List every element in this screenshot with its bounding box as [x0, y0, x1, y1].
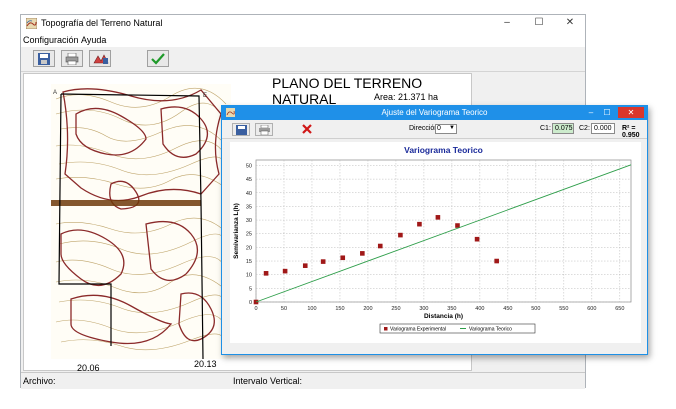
y-tick-label: 40 [246, 191, 252, 197]
direction-select[interactable]: 0 ▼ [435, 124, 457, 134]
chart-title: Variograma Teorico [404, 145, 483, 155]
x-tick-label: 150 [335, 306, 344, 312]
accept-button[interactable] [147, 50, 169, 67]
x-tick-label: 50 [281, 306, 287, 312]
main-window-title: Topografía del Terreno Natural [41, 18, 163, 28]
y-tick-label: 15 [246, 259, 252, 265]
x-tick-label: 500 [531, 306, 540, 312]
experimental-point [282, 268, 288, 274]
direction-value: 0 [437, 125, 441, 132]
dialog-maximize-button[interactable]: ☐ [600, 107, 614, 118]
variogram-dialog: Ajuste del Variograma Teorico – ☐ ✕ Dire… [221, 105, 648, 355]
x-tick-label: 250 [391, 306, 400, 312]
dialog-save-button[interactable] [232, 123, 250, 136]
y-tick-label: 10 [246, 273, 252, 279]
c2-field[interactable]: 0.000 [591, 123, 615, 134]
dialog-cancel-button[interactable] [298, 123, 316, 136]
corner-label-bottom-right: 20.13 [194, 359, 217, 369]
x-tick-label: 600 [587, 306, 596, 312]
legend-swatch-experimental [384, 327, 388, 331]
menu-bar: Configuración Ayuda [21, 33, 585, 47]
c1-field[interactable]: 0.075 [552, 123, 574, 134]
r-squared-value: R² = 0.950 [622, 125, 640, 139]
x-tick-label: 100 [307, 306, 316, 312]
y-tick-label: 5 [249, 286, 252, 292]
save-icon [236, 125, 247, 135]
terrain-contour-map: E A [51, 84, 231, 359]
x-tick-label: 0 [254, 306, 257, 312]
red-x-icon [302, 124, 312, 134]
x-tick-label: 300 [419, 306, 428, 312]
print-button[interactable] [61, 50, 83, 67]
minimize-button[interactable]: – [496, 17, 518, 28]
status-intervalo-vertical: Intervalo Vertical: [233, 376, 303, 386]
experimental-point [340, 255, 346, 261]
save-button[interactable] [33, 50, 55, 67]
profile-button[interactable] [89, 50, 111, 67]
status-bar: Archivo: Intervalo Vertical: [21, 372, 585, 389]
x-tick-label: 450 [503, 306, 512, 312]
chevron-down-icon: ▼ [449, 125, 455, 131]
plan-area: Area: 21.371 ha [374, 92, 439, 102]
y-tick-label: 0 [249, 300, 252, 306]
experimental-point [360, 251, 365, 256]
y-tick-label: 45 [246, 177, 252, 183]
main-titlebar: Topografía del Terreno Natural – ☐ ✕ [21, 15, 585, 33]
maximize-button[interactable]: ☐ [528, 17, 550, 28]
chart-svg: Variograma Teorico0 50 100 150 200 250 300 350 4… [233, 145, 632, 334]
plot-area [255, 159, 632, 303]
variogram-chart: Variograma Teorico 0 50 100 150 200 250 300 350 4… [230, 142, 641, 343]
status-archivo: Archivo: [23, 376, 56, 386]
c1-label: C1: [540, 125, 551, 132]
plan-title: PLANO DEL TERRENO NATURAL [272, 75, 423, 107]
experimental-point [398, 232, 403, 238]
experimental-point [435, 215, 441, 220]
x-tick-label: 550 [559, 306, 568, 312]
experimental-point [474, 236, 480, 242]
experimental-point [320, 259, 326, 264]
dialog-toolbar: Dirección: 0 ▼ C1: 0.075 C2: 0.000 R² = … [222, 120, 647, 139]
close-button[interactable]: ✕ [559, 17, 581, 28]
experimental-point [455, 223, 460, 228]
x-tick-label: 650 [615, 306, 624, 312]
accept-check-icon [151, 53, 165, 65]
x-tick-label: 200 [363, 306, 372, 312]
c2-label: C2: [579, 125, 590, 132]
toolbar [21, 47, 585, 72]
dialog-print-button[interactable] [255, 123, 273, 136]
legend-label-theoretical: Variograma Teorico [469, 327, 512, 333]
dialog-status-strip [222, 344, 647, 354]
y-axis-label: Semivarianza L(h) [233, 203, 240, 259]
menu-ayuda[interactable]: Ayuda [81, 35, 106, 45]
print-icon [65, 53, 79, 65]
y-tick-label: 35 [246, 204, 252, 210]
experimental-point [263, 271, 269, 276]
dialog-titlebar: Ajuste del Variograma Teorico – ☐ ✕ [222, 106, 647, 120]
y-tick-label: 30 [246, 218, 252, 224]
svg-text:A: A [53, 90, 57, 96]
y-tick-label: 20 [246, 245, 252, 251]
svg-text:E: E [203, 93, 207, 99]
experimental-point [417, 221, 422, 227]
save-icon [38, 53, 50, 65]
experimental-point [377, 243, 383, 249]
x-tick-label: 350 [447, 306, 456, 312]
menu-configuracion[interactable]: Configuración [23, 35, 79, 45]
x-axis-label: Distancia (h) [424, 313, 463, 320]
print-icon [259, 125, 270, 135]
y-tick-label: 50 [246, 163, 252, 169]
app-map-icon [26, 18, 37, 29]
legend-label-experimental: Variograma Experimental [390, 327, 446, 333]
x-tick-label: 400 [475, 306, 484, 312]
y-tick-label: 25 [246, 232, 252, 238]
experimental-point [494, 258, 499, 264]
profile-icon [93, 54, 109, 64]
dialog-close-button[interactable]: ✕ [618, 107, 644, 118]
dialog-minimize-button[interactable]: – [584, 107, 598, 118]
experimental-point [302, 263, 308, 268]
